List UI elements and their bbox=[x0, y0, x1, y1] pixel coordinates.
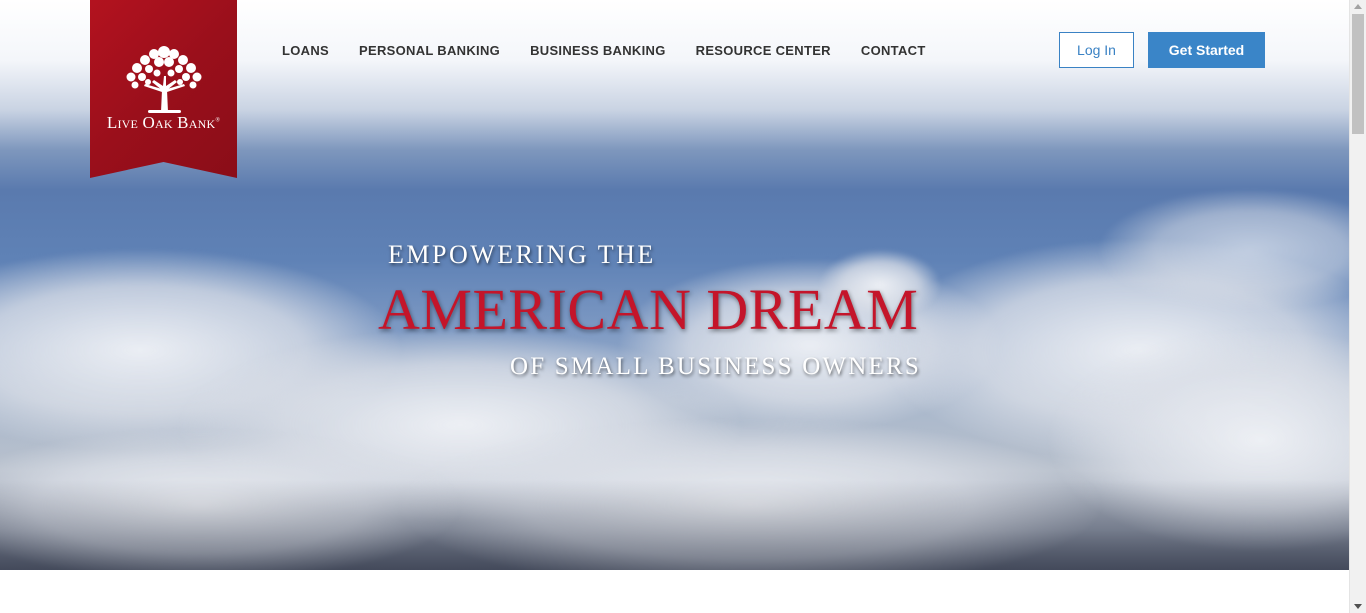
oak-tree-icon bbox=[126, 46, 202, 113]
nav-item-resource-center[interactable]: RESOURCE CENTER bbox=[696, 43, 831, 58]
scroll-down-icon[interactable] bbox=[1354, 604, 1362, 609]
scrollbar-thumb[interactable] bbox=[1352, 14, 1364, 134]
main-nav: LOANS PERSONAL BANKING BUSINESS BANKING … bbox=[282, 43, 956, 58]
hero-headline-line1: EMPOWERING THE bbox=[388, 240, 656, 269]
scroll-up-icon[interactable] bbox=[1354, 4, 1362, 9]
nav-item-loans[interactable]: LOANS bbox=[282, 43, 329, 58]
nav-item-business-banking[interactable]: BUSINESS BANKING bbox=[530, 43, 666, 58]
get-started-button[interactable]: Get Started bbox=[1148, 32, 1265, 68]
login-button[interactable]: Log In bbox=[1059, 32, 1134, 68]
nav-item-contact[interactable]: CONTACT bbox=[861, 43, 926, 58]
page: Live Oak Bank® LOANS PERSONAL BANKING BU… bbox=[0, 0, 1366, 613]
page-scrollbar[interactable] bbox=[1349, 0, 1366, 613]
hero-headline-line2: AMERICAN DREAM bbox=[378, 277, 919, 342]
nav-item-personal-banking[interactable]: PERSONAL BANKING bbox=[359, 43, 500, 58]
brand-name: Live Oak Bank® bbox=[106, 113, 221, 132]
logo-banner[interactable]: Live Oak Bank® bbox=[90, 0, 237, 178]
hero-headline-line3: OF SMALL BUSINESS OWNERS bbox=[510, 353, 921, 380]
